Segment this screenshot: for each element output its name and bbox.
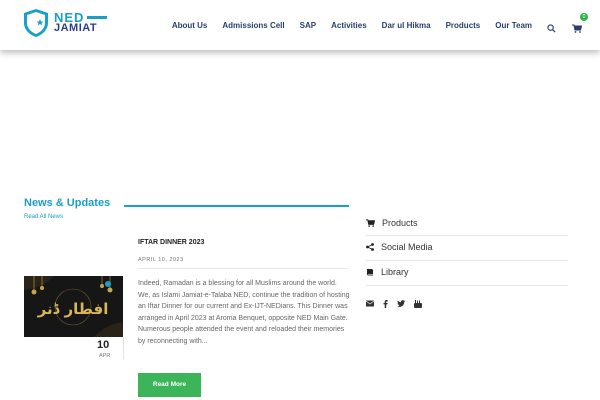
logo-bar <box>87 16 108 19</box>
cart-count-badge: 0 <box>580 13 588 21</box>
social-links <box>366 300 431 308</box>
nav-our-team[interactable]: Our Team <box>495 21 532 30</box>
book-icon <box>367 269 373 276</box>
post-divider <box>138 268 348 269</box>
post-month: APR <box>99 353 111 359</box>
post-title[interactable]: IFTAR DINNER 2023 <box>138 239 204 246</box>
sidebar-item-label: Library <box>381 267 409 277</box>
email-icon[interactable] <box>366 300 374 308</box>
sidebar-item-label: Products <box>382 218 418 228</box>
nav-products[interactable]: Products <box>446 21 481 30</box>
facebook-icon[interactable] <box>383 300 388 308</box>
cart-icon <box>366 219 375 227</box>
read-more-button[interactable]: Read More <box>138 373 201 397</box>
read-all-news-link[interactable]: Read All News <box>24 214 63 220</box>
sidebar-divider <box>366 235 568 236</box>
sidebar-divider <box>366 285 568 286</box>
sidebar-item-library[interactable]: Library <box>366 267 409 277</box>
sidebar-item-social-media[interactable]: Social Media <box>366 242 433 252</box>
post-excerpt: Indeed, Ramadan is a blessing for all Mu… <box>138 280 350 345</box>
svg-text:افطار ڈنر: افطار ڈنر <box>37 300 109 318</box>
sidebar-item-products[interactable]: Products <box>366 218 418 228</box>
site-header: NED JAMIAT About Us Admissions Cell SAP … <box>0 0 600 50</box>
nav-sap[interactable]: SAP <box>300 21 316 30</box>
post-thumbnail[interactable]: افطار ڈنر <box>24 276 123 337</box>
section-title-divider <box>124 205 349 207</box>
iftar-poster-image: افطار ڈنر <box>24 276 123 337</box>
nav-about-us[interactable]: About Us <box>172 21 208 30</box>
date-divider <box>123 337 124 359</box>
nav-activities[interactable]: Activities <box>331 21 367 30</box>
site-logo[interactable]: NED JAMIAT <box>22 8 108 38</box>
main-nav: About Us Admissions Cell SAP Activities … <box>157 0 588 50</box>
share-icon <box>366 243 374 251</box>
shield-logo-icon <box>24 9 48 37</box>
search-icon[interactable] <box>547 20 557 33</box>
nav-admissions-cell[interactable]: Admissions Cell <box>222 21 284 30</box>
section-title: News & Updates <box>24 197 111 209</box>
post-day: 10 <box>97 339 110 351</box>
twitter-icon[interactable] <box>397 300 405 308</box>
sidebar-item-label: Social Media <box>381 242 433 252</box>
youtube-icon[interactable] <box>414 300 422 308</box>
sidebar-divider <box>366 260 568 261</box>
cart-icon[interactable]: 0 <box>572 13 588 33</box>
post-date: APRIL 10, 2023 <box>138 257 184 263</box>
nav-dar-ul-hikma[interactable]: Dar ul Hikma <box>382 21 431 30</box>
logo-text-jamiat: JAMIAT <box>54 22 98 34</box>
